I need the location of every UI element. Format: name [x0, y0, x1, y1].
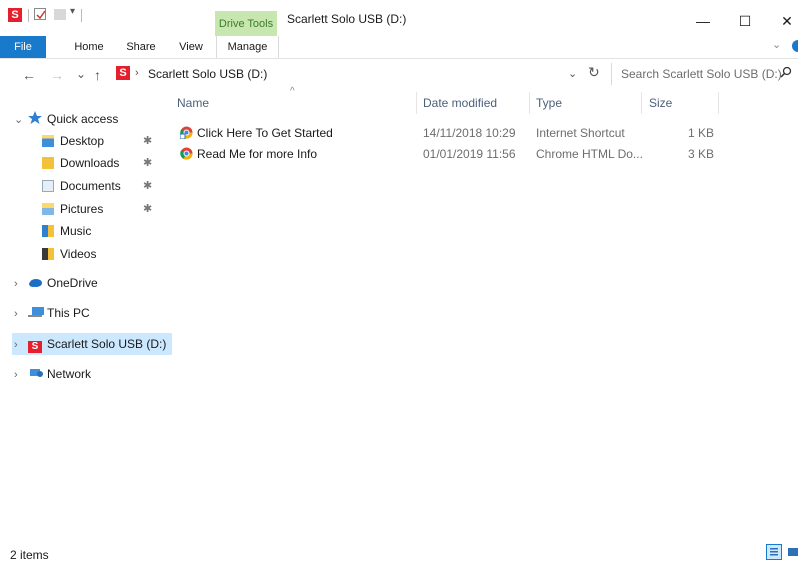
tab-view[interactable]: View: [168, 36, 214, 58]
sidebar-item-videos[interactable]: Videos: [42, 244, 96, 264]
breadcrumb[interactable]: Scarlett Solo USB (D:): [148, 67, 267, 81]
sidebar-item-label: Network: [47, 367, 92, 381]
documents-folder-icon: [42, 180, 54, 192]
breadcrumb-separator-icon[interactable]: ›: [135, 67, 139, 79]
help-icon[interactable]: [792, 40, 798, 52]
computer-icon: [28, 304, 44, 317]
customize-quick-access-dropdown[interactable]: ▾: [70, 6, 75, 17]
details-view-button[interactable]: [766, 544, 782, 560]
sidebar-item-label: Quick access: [47, 112, 119, 126]
sidebar-item-onedrive[interactable]: › OneDrive: [14, 273, 172, 293]
recent-locations-button[interactable]: ⌄: [76, 67, 86, 81]
pin-icon[interactable]: ✱: [143, 179, 152, 192]
file-type: Chrome HTML Do...: [536, 147, 643, 161]
star-icon: [28, 110, 42, 124]
expand-ribbon-icon[interactable]: ⌄: [772, 38, 781, 51]
sidebar-item-label: OneDrive: [47, 276, 98, 290]
back-button[interactable]: ←: [22, 67, 36, 83]
up-button[interactable]: ↑: [94, 67, 101, 83]
new-folder-quick-access-icon[interactable]: [54, 9, 66, 20]
file-size: 1 KB: [688, 126, 715, 140]
music-folder-icon: [42, 225, 54, 237]
status-item-count: 2 items: [10, 548, 49, 562]
address-dropdown-icon[interactable]: ⌄: [568, 67, 577, 80]
tab-home[interactable]: Home: [66, 36, 112, 58]
cloud-icon: [28, 274, 42, 287]
sidebar-item-label: Scarlett Solo USB (D:): [47, 337, 167, 351]
search-icon[interactable]: [780, 66, 792, 81]
network-icon: [28, 365, 43, 377]
tab-manage[interactable]: Manage: [216, 36, 279, 58]
sidebar-item-documents[interactable]: Documents: [42, 176, 121, 196]
file-date: 01/01/2019 11:56: [423, 147, 516, 161]
properties-quick-access-icon[interactable]: [34, 8, 46, 20]
expand-icon[interactable]: ›: [14, 365, 28, 384]
close-button[interactable]: ✕: [764, 6, 798, 36]
collapse-icon[interactable]: ⌄: [14, 110, 28, 129]
sidebar-item-desktop[interactable]: Desktop: [42, 131, 104, 151]
downloads-folder-icon: [42, 157, 54, 169]
sidebar-item-downloads[interactable]: Downloads: [42, 153, 119, 173]
search-placeholder[interactable]: Search Scarlett Solo USB (D:): [621, 67, 782, 81]
tab-file[interactable]: File: [0, 36, 46, 58]
column-divider[interactable]: [416, 92, 417, 114]
divider: [81, 9, 82, 22]
column-header-name[interactable]: Name: [177, 96, 209, 110]
shortcut-file-icon: [179, 126, 193, 142]
sidebar-item-drive[interactable]: › S Scarlett Solo USB (D:): [14, 334, 172, 354]
sidebar-item-music[interactable]: Music: [42, 221, 91, 241]
forward-button[interactable]: →: [50, 67, 64, 83]
sidebar-item-network[interactable]: › Network: [14, 364, 172, 384]
sidebar-item-label: This PC: [47, 306, 90, 320]
sidebar-item-label: Pictures: [60, 202, 104, 216]
drive-icon: S: [116, 66, 130, 80]
expand-icon[interactable]: ›: [14, 274, 28, 293]
pin-icon[interactable]: ✱: [143, 134, 152, 147]
refresh-button[interactable]: ↻: [588, 64, 600, 81]
expand-icon[interactable]: ›: [14, 304, 28, 323]
column-divider[interactable]: [641, 92, 642, 114]
divider: [28, 9, 29, 22]
videos-folder-icon: [42, 248, 54, 260]
column-divider[interactable]: [529, 92, 530, 114]
sidebar-item-pictures[interactable]: Pictures: [42, 199, 103, 219]
sidebar-item-label: Downloads: [60, 156, 120, 170]
window-title: Scarlett Solo USB (D:): [287, 12, 407, 26]
file-size: 3 KB: [688, 147, 715, 161]
column-divider[interactable]: [718, 92, 719, 114]
maximize-button[interactable]: ☐: [722, 6, 768, 36]
sort-ascending-icon: ^: [290, 86, 295, 97]
desktop-folder-icon: [42, 135, 54, 147]
column-header-date[interactable]: Date modified: [423, 96, 497, 110]
sidebar-item-label: Desktop: [60, 134, 105, 148]
chrome-html-file-icon: [180, 147, 193, 163]
sidebar-item-label: Music: [60, 224, 92, 238]
sidebar-item-label: Videos: [60, 247, 97, 261]
pin-icon[interactable]: ✱: [143, 156, 152, 169]
column-header-size[interactable]: Size: [649, 96, 672, 110]
sidebar-item-this-pc[interactable]: › This PC: [14, 303, 172, 323]
drive-icon: S: [28, 341, 42, 353]
pictures-folder-icon: [42, 203, 54, 215]
tab-share[interactable]: Share: [118, 36, 164, 58]
file-name[interactable]: Click Here To Get Started: [197, 126, 333, 140]
column-header-type[interactable]: Type: [536, 96, 562, 110]
file-date: 14/11/2018 10:29: [423, 126, 516, 140]
file-name[interactable]: Read Me for more Info: [197, 147, 317, 161]
file-type: Internet Shortcut: [536, 126, 625, 140]
sidebar-item-label: Documents: [60, 179, 121, 193]
minimize-button[interactable]: —: [680, 6, 726, 36]
expand-icon[interactable]: ›: [14, 335, 28, 354]
app-icon[interactable]: S: [8, 8, 22, 22]
pin-icon[interactable]: ✱: [143, 202, 152, 215]
context-tab-drive-tools: Drive Tools: [215, 11, 277, 36]
large-icons-view-button[interactable]: [786, 544, 798, 560]
sidebar-item-quick-access[interactable]: ⌄ Quick access: [14, 109, 172, 129]
